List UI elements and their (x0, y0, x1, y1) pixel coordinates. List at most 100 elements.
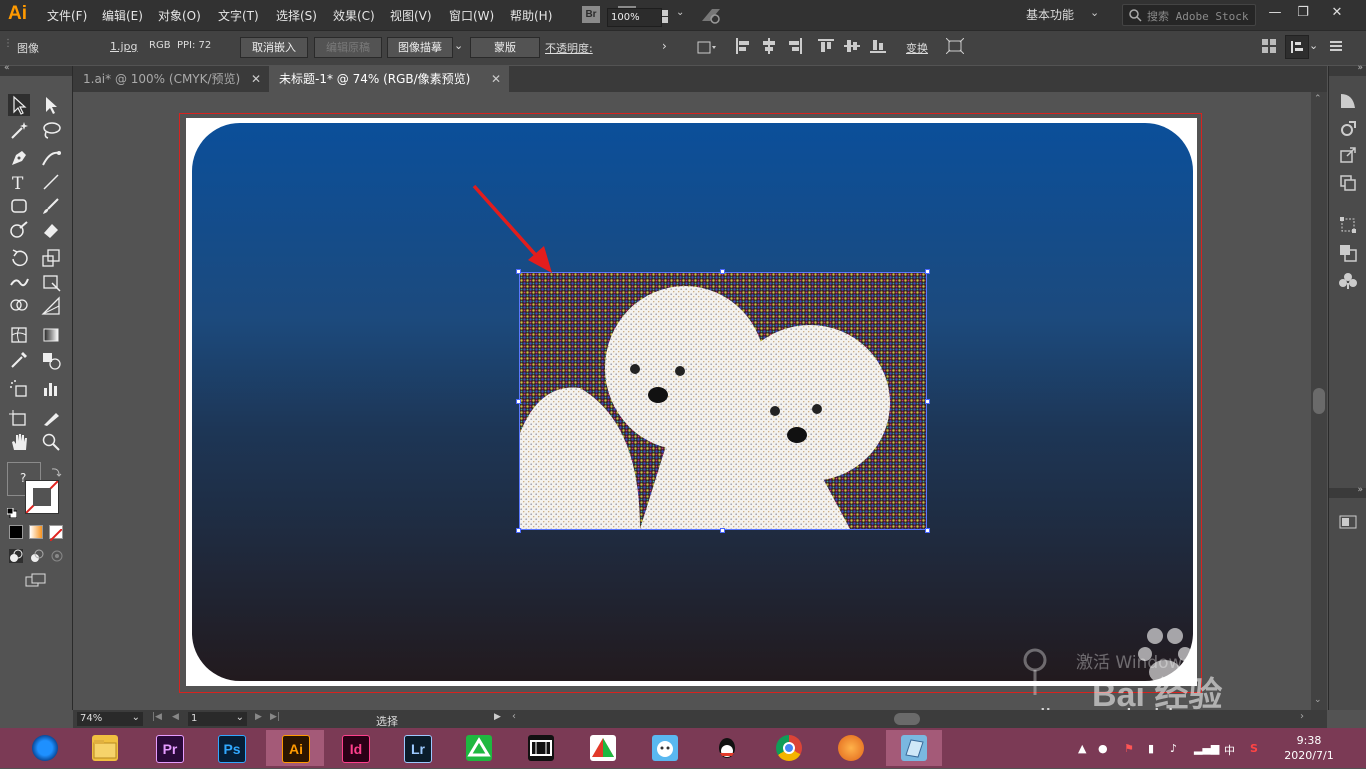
previous-page-icon[interactable]: ◀ (172, 712, 179, 722)
stroke-swatch[interactable] (25, 480, 59, 514)
close-tab-icon[interactable]: ✕ (491, 66, 501, 92)
restore-button[interactable]: ❐ (1290, 3, 1316, 23)
transform-panel-icon[interactable] (1339, 216, 1357, 234)
tray-qq-icon[interactable]: ● (1098, 742, 1108, 755)
menu-view[interactable]: 视图(V) (390, 7, 432, 24)
input-method-indicator[interactable]: 中 (1224, 742, 1235, 758)
next-page-icon[interactable]: ▶ (255, 712, 262, 722)
taskbar-indesign[interactable]: Id (332, 730, 378, 766)
rectangle-tool-icon[interactable] (8, 195, 30, 217)
tab-document-1[interactable]: 1.ai* @ 100% (CMYK/预览) ✕ (73, 66, 269, 92)
tray-sogou-icon[interactable]: S (1250, 742, 1258, 755)
edit-original-button[interactable]: 编辑原稿 (314, 37, 382, 58)
artboard-tool-icon[interactable] (8, 407, 30, 429)
draw-behind-icon[interactable] (29, 548, 45, 564)
menu-file[interactable]: 文件(F) (47, 7, 87, 24)
slice-tool-icon[interactable] (40, 407, 62, 429)
draw-inside-icon[interactable] (49, 548, 65, 564)
line-segment-tool-icon[interactable] (40, 171, 62, 193)
perspective-grid-tool-icon[interactable] (40, 295, 62, 317)
scale-tool-icon[interactable] (40, 247, 62, 269)
taskbar-lightroom[interactable]: Lr (394, 730, 440, 766)
swap-fill-stroke-icon[interactable] (50, 463, 62, 477)
align-right-icon[interactable] (787, 38, 803, 54)
color-guide-icon[interactable] (1339, 92, 1357, 110)
gradient-mode-icon[interactable] (29, 525, 43, 539)
mesh-tool-icon[interactable] (8, 324, 30, 346)
tab-document-2[interactable]: 未标题-1* @ 74% (RGB/像素预览) ✕ (269, 66, 509, 92)
transform-link[interactable]: 变换 (906, 40, 928, 56)
taskbar-green-app[interactable] (456, 730, 502, 766)
opacity-label[interactable]: 不透明度: (545, 40, 593, 56)
paintbrush-tool-icon[interactable] (40, 195, 62, 217)
zoom-level-select[interactable]: 74% ⌄ (77, 712, 143, 726)
workspace-switcher[interactable]: 基本功能 (1026, 6, 1074, 23)
first-page-icon[interactable]: |◀ (152, 712, 162, 722)
chevron-right-icon[interactable]: › (662, 39, 667, 53)
symbol-sprayer-tool-icon[interactable] (8, 378, 30, 400)
image-trace-button[interactable]: 图像描摹 (387, 37, 453, 58)
scroll-thumb[interactable] (1313, 388, 1325, 414)
export-icon[interactable] (1339, 146, 1357, 164)
direct-selection-tool-icon[interactable] (40, 94, 62, 116)
menu-window[interactable]: 窗口(W) (449, 7, 494, 24)
align-top-icon[interactable] (818, 38, 834, 54)
align-vertical-center-icon[interactable] (844, 38, 860, 54)
menu-help[interactable]: 帮助(H) (510, 7, 552, 24)
pathfinder-icon[interactable] (1339, 244, 1357, 262)
control-panel-menu-icon[interactable] (1285, 35, 1309, 59)
horizontal-scrollbar[interactable]: ‹ › (508, 711, 1308, 726)
pen-tool-icon[interactable] (8, 147, 30, 169)
draw-normal-icon[interactable] (8, 548, 24, 564)
free-transform-tool-icon[interactable] (40, 271, 62, 293)
symbols-icon[interactable] (1339, 272, 1357, 290)
properties-icon[interactable] (1339, 514, 1357, 529)
menu-object[interactable]: 对象(O) (158, 7, 201, 24)
eyedropper-tool-icon[interactable] (8, 349, 30, 371)
layers-icon[interactable] (1339, 174, 1357, 192)
width-tool-icon[interactable] (8, 271, 30, 293)
align-horizontal-center-icon[interactable] (761, 38, 777, 54)
tray-flag-icon[interactable]: ⚑ (1124, 742, 1134, 755)
selection-handle[interactable] (720, 528, 725, 533)
selection-handle[interactable] (720, 269, 725, 274)
status-menu-icon[interactable]: ▶ (494, 712, 501, 722)
tray-battery-icon[interactable]: ▮ (1148, 742, 1154, 755)
last-page-icon[interactable]: ▶| (270, 712, 280, 722)
stock-search-input[interactable]: 搜索 Adobe Stock (1122, 4, 1256, 26)
chevron-down-icon[interactable]: ⌄ (676, 7, 684, 18)
align-left-icon[interactable] (735, 38, 751, 54)
gradient-tool-icon[interactable] (40, 324, 62, 346)
menu-type[interactable]: 文字(T) (218, 7, 259, 24)
taskbar-premiere[interactable]: Pr (146, 730, 192, 766)
panel-grid-icon[interactable] (1262, 38, 1276, 53)
linked-file-name[interactable]: 1.jpg (110, 40, 138, 53)
selection-tool-icon[interactable] (8, 94, 30, 116)
system-clock[interactable]: 9:38 2020/7/1 (1282, 733, 1336, 763)
selection-handle[interactable] (925, 399, 930, 404)
menu-select[interactable]: 选择(S) (276, 7, 317, 24)
selection-handle[interactable] (516, 528, 521, 533)
tray-expand-icon[interactable]: ▲ (1078, 742, 1086, 755)
taskbar-photoshop[interactable]: Ps (208, 730, 254, 766)
taskbar-triangle-app[interactable] (580, 730, 626, 766)
eraser-tool-icon[interactable] (40, 219, 62, 241)
close-tab-icon[interactable]: ✕ (251, 66, 261, 92)
close-button[interactable]: ✕ (1324, 3, 1350, 23)
none-mode-icon[interactable] (49, 525, 63, 542)
opacity-input[interactable]: 100% (607, 8, 662, 27)
isolate-group-icon[interactable] (945, 37, 965, 55)
taskbar-book-app[interactable] (886, 730, 942, 766)
lasso-icon[interactable] (40, 119, 62, 141)
taskbar-video-editor[interactable] (518, 730, 564, 766)
vertical-scrollbar[interactable]: ⌃ ⌄ (1311, 92, 1327, 710)
screen-mode-icon[interactable] (24, 572, 48, 590)
taskbar-illustrator[interactable]: Ai (266, 730, 324, 766)
chevron-down-icon[interactable]: ⌄ (1090, 6, 1099, 19)
taskbar-orange-app[interactable] (828, 730, 874, 766)
menu-edit[interactable]: 编辑(E) (102, 7, 143, 24)
taskbar-chrome[interactable] (766, 730, 812, 766)
curvature-tool-icon[interactable] (40, 147, 62, 169)
gpu-performance-icon[interactable] (700, 5, 722, 25)
magic-wand-icon[interactable] (8, 119, 30, 141)
